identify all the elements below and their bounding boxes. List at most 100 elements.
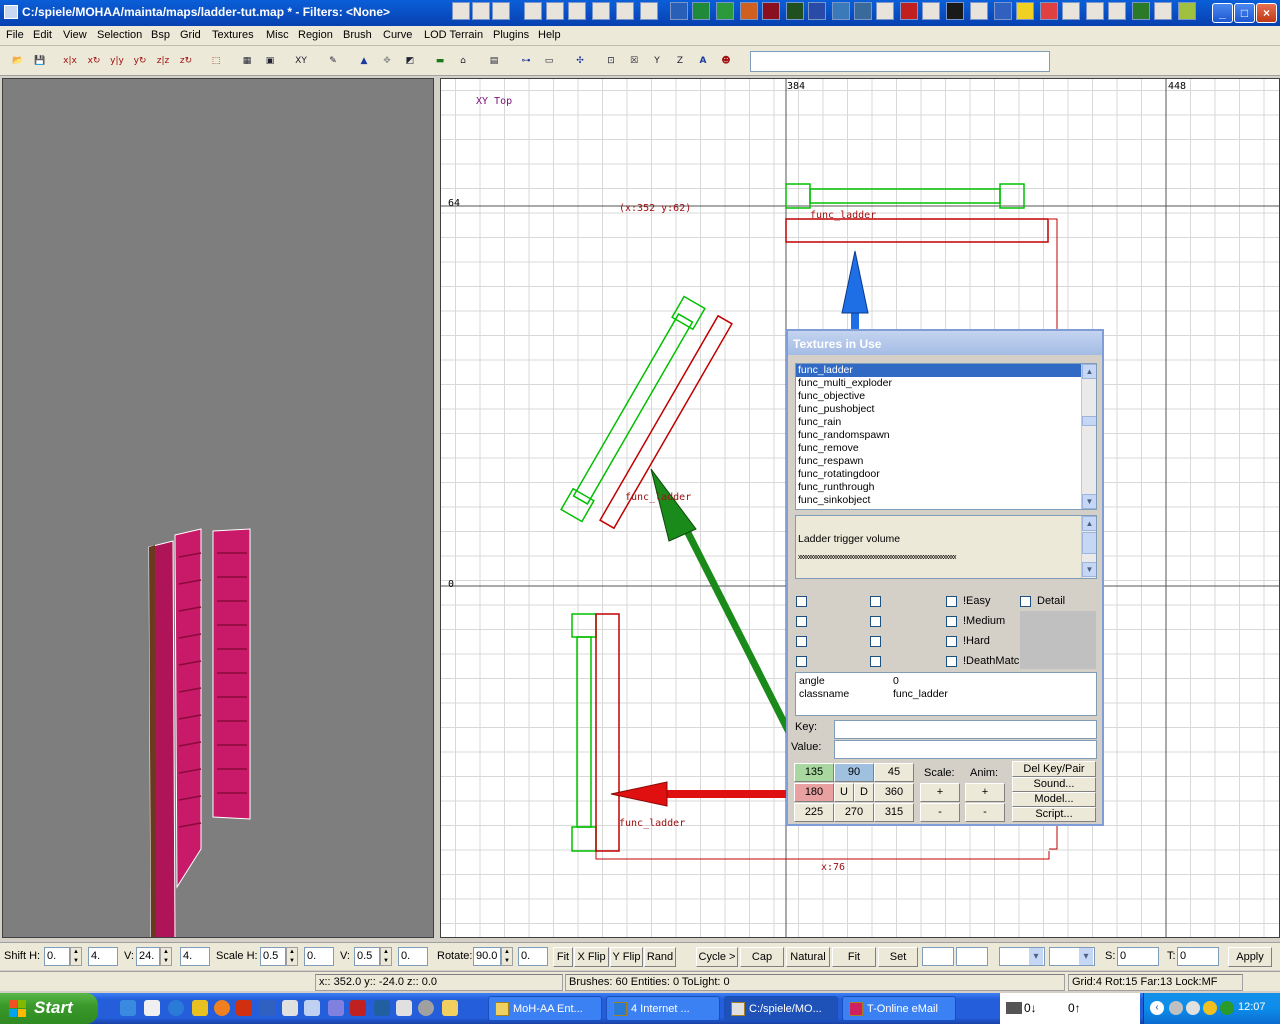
spawnflag-checkbox[interactable]	[796, 636, 807, 647]
select-complete-icon[interactable]: ⬚	[206, 52, 226, 70]
menu-curve[interactable]: Curve	[383, 29, 412, 41]
shift-v-spinner[interactable]: ▲ ▼	[160, 947, 172, 966]
scale-h-input[interactable]: 0.5	[260, 947, 286, 966]
properties-list[interactable]: angle 0 classname func_ladder	[795, 672, 1097, 716]
view-switch-icon[interactable]: ✥	[377, 52, 397, 70]
spawnflag-checkbox[interactable]	[870, 636, 881, 647]
angle-45-button[interactable]: 45	[874, 763, 914, 782]
patch-input-2[interactable]	[956, 947, 988, 966]
fit-patch-button[interactable]: Fit	[832, 947, 876, 967]
list-item[interactable]: func_runthrough	[796, 481, 1096, 494]
rotate-spinner[interactable]: ▲ ▼	[501, 947, 513, 966]
bird-icon[interactable]	[876, 2, 894, 20]
angle-315-button[interactable]: 315	[874, 803, 914, 822]
shift-v-input[interactable]: 24.	[136, 947, 160, 966]
scale-h-step-input[interactable]: 0.	[304, 947, 334, 966]
flip-y-icon[interactable]: y|y	[107, 52, 127, 70]
project-icon[interactable]	[832, 2, 850, 20]
patch-select-1[interactable]	[999, 947, 1045, 966]
entity-dialog[interactable]: Textures in Use func_ladder func_multi_e…	[786, 329, 1104, 826]
minimize-button[interactable]: _	[1212, 3, 1233, 23]
clipper-icon[interactable]: ▲	[354, 52, 374, 70]
rotate-input[interactable]: 90.0	[473, 947, 501, 966]
drag-edges-icon[interactable]: ⌂	[453, 52, 473, 70]
media-icon[interactable]	[946, 2, 964, 20]
natural-button[interactable]: Natural	[786, 947, 830, 967]
anim-plus-button[interactable]: +	[965, 783, 1005, 802]
select-inside-icon[interactable]: ▣	[260, 52, 280, 70]
list-scrollbar[interactable]: ▲ ▼	[1081, 364, 1096, 509]
patch-icon[interactable]: ▭	[539, 52, 559, 70]
angle-90-button[interactable]: 90	[834, 763, 874, 782]
tray-icon[interactable]	[1186, 1001, 1200, 1015]
quicklaunch-icon[interactable]	[472, 2, 490, 20]
tray-icon[interactable]	[1169, 1001, 1183, 1015]
notes-icon[interactable]	[616, 2, 634, 20]
quicklaunch-icon[interactable]	[144, 1000, 160, 1016]
list-item[interactable]: func_sinkobject	[796, 494, 1096, 507]
menu-region[interactable]: Region	[298, 29, 333, 41]
spawnflag-checkbox[interactable]	[870, 596, 881, 607]
rotate-step-input[interactable]: 0.	[518, 947, 548, 966]
description-scrollbar[interactable]: ▲ ▼	[1081, 516, 1096, 578]
menu-file[interactable]: File	[6, 29, 24, 41]
hard-checkbox[interactable]	[946, 636, 957, 647]
menu-view[interactable]: View	[63, 29, 87, 41]
shift-h-spinner[interactable]: ▲ ▼	[70, 947, 82, 966]
entity-class-list[interactable]: func_ladder func_multi_exploder func_obj…	[795, 363, 1097, 510]
ie-icon[interactable]	[168, 1000, 184, 1016]
menu-misc[interactable]: Misc	[266, 29, 289, 41]
rotate-y-icon[interactable]: y↻	[130, 52, 150, 70]
close-button[interactable]: ×	[1256, 3, 1277, 23]
list-item[interactable]: func_pushobject	[796, 403, 1096, 416]
menu-help[interactable]: Help	[538, 29, 561, 41]
entity-icon[interactable]: ⊶	[516, 52, 536, 70]
tray-expand-icon[interactable]: ‹	[1150, 1001, 1164, 1015]
flip-z-icon[interactable]: z|z	[153, 52, 173, 70]
list-item[interactable]: func_objective	[796, 390, 1096, 403]
texture-icon[interactable]: ◩	[400, 52, 420, 70]
quicklaunch-icon[interactable]	[328, 1000, 344, 1016]
shift-h-input[interactable]: 0.	[44, 947, 70, 966]
menu-plugins[interactable]: Plugins	[493, 29, 529, 41]
quicklaunch-icon[interactable]	[418, 1000, 434, 1016]
menu-textures[interactable]: Textures	[212, 29, 254, 41]
plugin-z-icon[interactable]: Y	[647, 52, 667, 70]
quicklaunch-icon[interactable]	[282, 1000, 298, 1016]
task-button[interactable]: 4 Internet ...	[606, 996, 720, 1021]
plugin-y-icon[interactable]: ☒	[624, 52, 644, 70]
list-item[interactable]: func_multi_exploder	[796, 377, 1096, 390]
help-icon[interactable]	[1086, 2, 1104, 20]
value-input[interactable]	[834, 740, 1097, 759]
menu-selection[interactable]: Selection	[97, 29, 142, 41]
quicklaunch-icon[interactable]	[214, 1000, 230, 1016]
list-item[interactable]: func_rain	[796, 416, 1096, 429]
note-icon[interactable]	[592, 2, 610, 20]
spawnflag-checkbox[interactable]	[870, 616, 881, 627]
word-icon[interactable]	[670, 2, 688, 20]
medium-checkbox[interactable]	[946, 616, 957, 627]
pen-icon[interactable]	[970, 2, 988, 20]
quicklaunch-icon[interactable]	[260, 1000, 276, 1016]
x-flip-button[interactable]: X Flip	[574, 947, 609, 967]
angle-180-button[interactable]: 180	[794, 783, 834, 802]
pdf-icon[interactable]	[1040, 2, 1058, 20]
csg-merge-icon[interactable]: ✎	[323, 52, 343, 70]
sound-button[interactable]: Sound...	[1012, 777, 1096, 792]
printer-icon[interactable]	[1154, 2, 1172, 20]
shift-h-step-input[interactable]: 4.	[88, 947, 118, 966]
scroll-thumb[interactable]	[1082, 416, 1096, 426]
folder-icon[interactable]	[442, 1000, 458, 1016]
task-button[interactable]: T-Online eMail	[842, 996, 956, 1021]
menu-edit[interactable]: Edit	[33, 29, 52, 41]
drive-icon[interactable]	[922, 2, 940, 20]
patch-input-1[interactable]	[922, 947, 954, 966]
csg-subtract-icon[interactable]: XY	[291, 52, 311, 70]
rand-button[interactable]: Rand	[644, 947, 676, 967]
scroll-thumb[interactable]	[1082, 532, 1096, 554]
rotate-z-icon[interactable]: z↻	[176, 52, 196, 70]
cap-button[interactable]: Cap	[740, 947, 784, 967]
spawnflag-checkbox[interactable]	[870, 656, 881, 667]
task-button[interactable]: C:/spiele/MO...	[724, 996, 838, 1021]
fit-button[interactable]: Fit	[553, 947, 573, 967]
